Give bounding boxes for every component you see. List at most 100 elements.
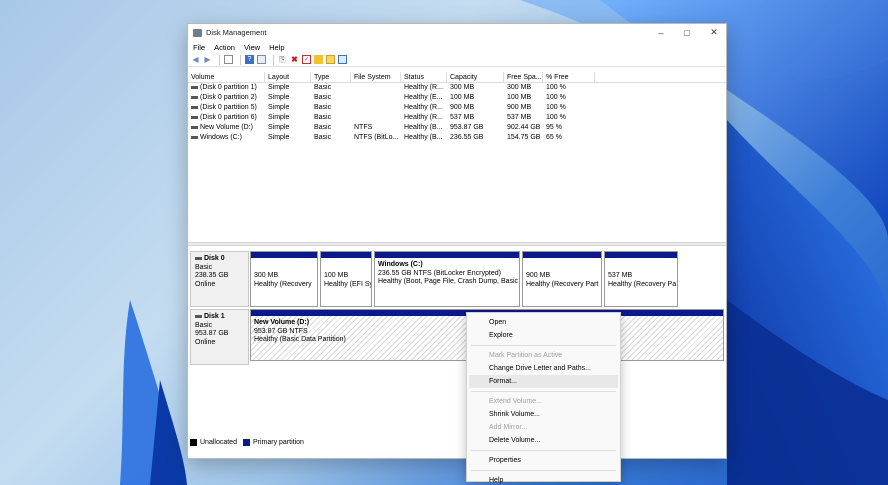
volume-name: (Disk 0 partition 2) xyxy=(200,94,257,101)
properties-icon[interactable] xyxy=(257,55,266,64)
partition-text: 900 MB Healthy (Recovery Part xyxy=(523,258,601,292)
partition-line2: Healthy (Recovery Pa xyxy=(608,280,677,288)
context-menu-item-properties[interactable]: Properties xyxy=(469,454,618,467)
volume-icon xyxy=(191,135,198,139)
table-cell: (Disk 0 partition 5) xyxy=(188,103,265,113)
table-cell: 100 % xyxy=(546,104,566,111)
disk-1-label[interactable]: Disk 1 Basic 953.87 GB Online xyxy=(190,309,249,365)
table-cell xyxy=(351,83,401,93)
delete-icon[interactable]: ✖ xyxy=(290,55,299,64)
table-cell xyxy=(351,93,401,103)
disk-1-type: Basic xyxy=(195,321,213,329)
table-cell: Healthy (B... xyxy=(404,134,443,141)
title-bar: Disk Management – □ ✕ xyxy=(188,24,726,41)
table-cell: 300 MB xyxy=(450,84,475,91)
partition-text: 100 MB Healthy (EFI Sy xyxy=(321,258,371,292)
disk-0-label[interactable]: Disk 0 Basic 238.35 GB Online xyxy=(190,251,249,307)
context-menu-item-help[interactable]: Help xyxy=(469,474,618,485)
menu-separator xyxy=(471,391,616,392)
table-cell: (Disk 0 partition 1) xyxy=(188,83,265,93)
pane-splitter[interactable] xyxy=(188,242,726,246)
partition-text: 300 MB Healthy (Recovery xyxy=(251,258,317,292)
table-cell xyxy=(351,103,401,113)
table-cell: 65 % xyxy=(546,134,562,141)
partition-line1: 100 MB xyxy=(324,272,349,279)
partition-block[interactable]: 537 MB Healthy (Recovery Pa xyxy=(604,251,678,307)
help-icon[interactable]: ? xyxy=(245,55,254,64)
column-header-layout[interactable]: Layout xyxy=(265,72,311,82)
partition-line2: Healthy (Boot, Page File, Crash Dump, Ba… xyxy=(378,278,519,285)
volume-list: Volume Layout Type File System Status Ca… xyxy=(188,72,726,242)
disk-0-partitions: 300 MB Healthy (Recovery 100 MB Healthy (EF… xyxy=(250,251,724,307)
table-cell: Basic xyxy=(314,94,332,101)
disk-management-icon xyxy=(193,28,202,37)
table-row[interactable]: (Disk 0 partition 2) Simple Basic Healthy (… xyxy=(188,93,726,103)
table-cell: Windows (C:) xyxy=(188,133,265,143)
volume-name: Windows (C:) xyxy=(200,134,243,141)
menu-help[interactable]: Help xyxy=(269,43,284,52)
context-menu-item-change-drive-letter-and-paths[interactable]: Change Drive Letter and Paths... xyxy=(469,362,618,375)
partition-block[interactable]: 100 MB Healthy (EFI Sy xyxy=(320,251,372,307)
volume-name: New Volume (D:) xyxy=(200,124,253,131)
new-icon[interactable] xyxy=(326,55,335,64)
forward-icon[interactable]: ▶ xyxy=(203,55,212,64)
table-cell: Basic xyxy=(314,104,332,111)
context-menu-item-shrink-volume[interactable]: Shrink Volume... xyxy=(469,408,618,421)
minimize-button[interactable]: – xyxy=(647,24,675,41)
show-hide-icon[interactable] xyxy=(224,55,233,64)
check-icon[interactable]: ✓ xyxy=(302,55,311,64)
table-cell: Basic xyxy=(314,84,332,91)
context-menu-item-open[interactable]: Open xyxy=(469,316,618,329)
volume-name: (Disk 0 partition 5) xyxy=(200,104,257,111)
legend: Unallocated Primary partition xyxy=(190,436,310,448)
context-menu-item-explore[interactable]: Explore xyxy=(469,329,618,342)
column-header-status[interactable]: Status xyxy=(401,72,447,82)
menu-action[interactable]: Action xyxy=(214,43,235,52)
table-cell: Simple xyxy=(268,84,290,91)
disk-1-name: Disk 1 xyxy=(204,313,225,320)
table-row[interactable]: Windows (C:) Simple Basic NTFS (BitLo... Hea… xyxy=(188,133,726,143)
column-header-file-system[interactable]: File System xyxy=(351,72,401,82)
connect-icon[interactable]: ⎘ xyxy=(278,55,287,64)
toolbar-divider xyxy=(219,54,220,65)
disk-icon xyxy=(195,256,202,260)
volume-icon xyxy=(191,85,198,89)
partition-block[interactable]: 300 MB Healthy (Recovery xyxy=(250,251,318,307)
menu-separator xyxy=(471,450,616,451)
table-row[interactable]: (Disk 0 partition 6) Simple Basic Healthy (… xyxy=(188,113,726,123)
menu-file[interactable]: File xyxy=(193,43,205,52)
column-header-type[interactable]: Type xyxy=(311,72,351,82)
context-menu-item-mark-partition-as-active: Mark Partition as Active xyxy=(489,352,563,359)
context-menu-item-delete-volume[interactable]: Delete Volume... xyxy=(469,434,618,447)
table-cell: Simple xyxy=(268,94,290,101)
disk-1-state: Online xyxy=(195,338,216,346)
volume-name: (Disk 0 partition 6) xyxy=(200,114,257,121)
volume-list-header: Volume Layout Type File System Status Ca… xyxy=(188,72,726,83)
disk-0-type: Basic xyxy=(195,263,213,271)
table-cell xyxy=(351,113,401,123)
menu-view[interactable]: View xyxy=(244,43,260,52)
table-row[interactable]: New Volume (D:) Simple Basic NTFS Healthy (B… xyxy=(188,123,726,133)
table-cell: 154.75 GB xyxy=(507,134,541,141)
table-cell: 100 MB xyxy=(450,94,475,101)
list-icon[interactable] xyxy=(338,55,347,64)
table-cell: 900 MB xyxy=(507,104,532,111)
column-header-percent-free[interactable]: % Free xyxy=(543,72,595,82)
folder-icon[interactable] xyxy=(314,55,323,64)
table-row[interactable]: (Disk 0 partition 1) Simple Basic Healthy (… xyxy=(188,83,726,93)
table-cell: Basic xyxy=(314,114,332,121)
table-row[interactable]: (Disk 0 partition 5) Simple Basic Healthy (… xyxy=(188,103,726,113)
back-icon[interactable]: ◀ xyxy=(191,55,200,64)
context-menu: Open Explore Mark Partition as Active Chang… xyxy=(466,312,621,485)
column-header-volume[interactable]: Volume xyxy=(188,72,265,82)
partition-title: Windows (C:) xyxy=(378,261,423,268)
close-button[interactable]: ✕ xyxy=(700,24,728,41)
table-cell: Simple xyxy=(268,114,290,121)
partition-block[interactable]: 900 MB Healthy (Recovery Part xyxy=(522,251,602,307)
toolbar-divider xyxy=(240,54,241,65)
column-header-free-space[interactable]: Free Spa... xyxy=(504,72,543,82)
maximize-button[interactable]: □ xyxy=(673,24,701,41)
column-header-capacity[interactable]: Capacity xyxy=(447,72,504,82)
context-menu-item-format[interactable]: Format... xyxy=(469,375,618,388)
partition-block[interactable]: Windows (C:) 236.55 GB NTFS (BitLocker En… xyxy=(374,251,520,307)
